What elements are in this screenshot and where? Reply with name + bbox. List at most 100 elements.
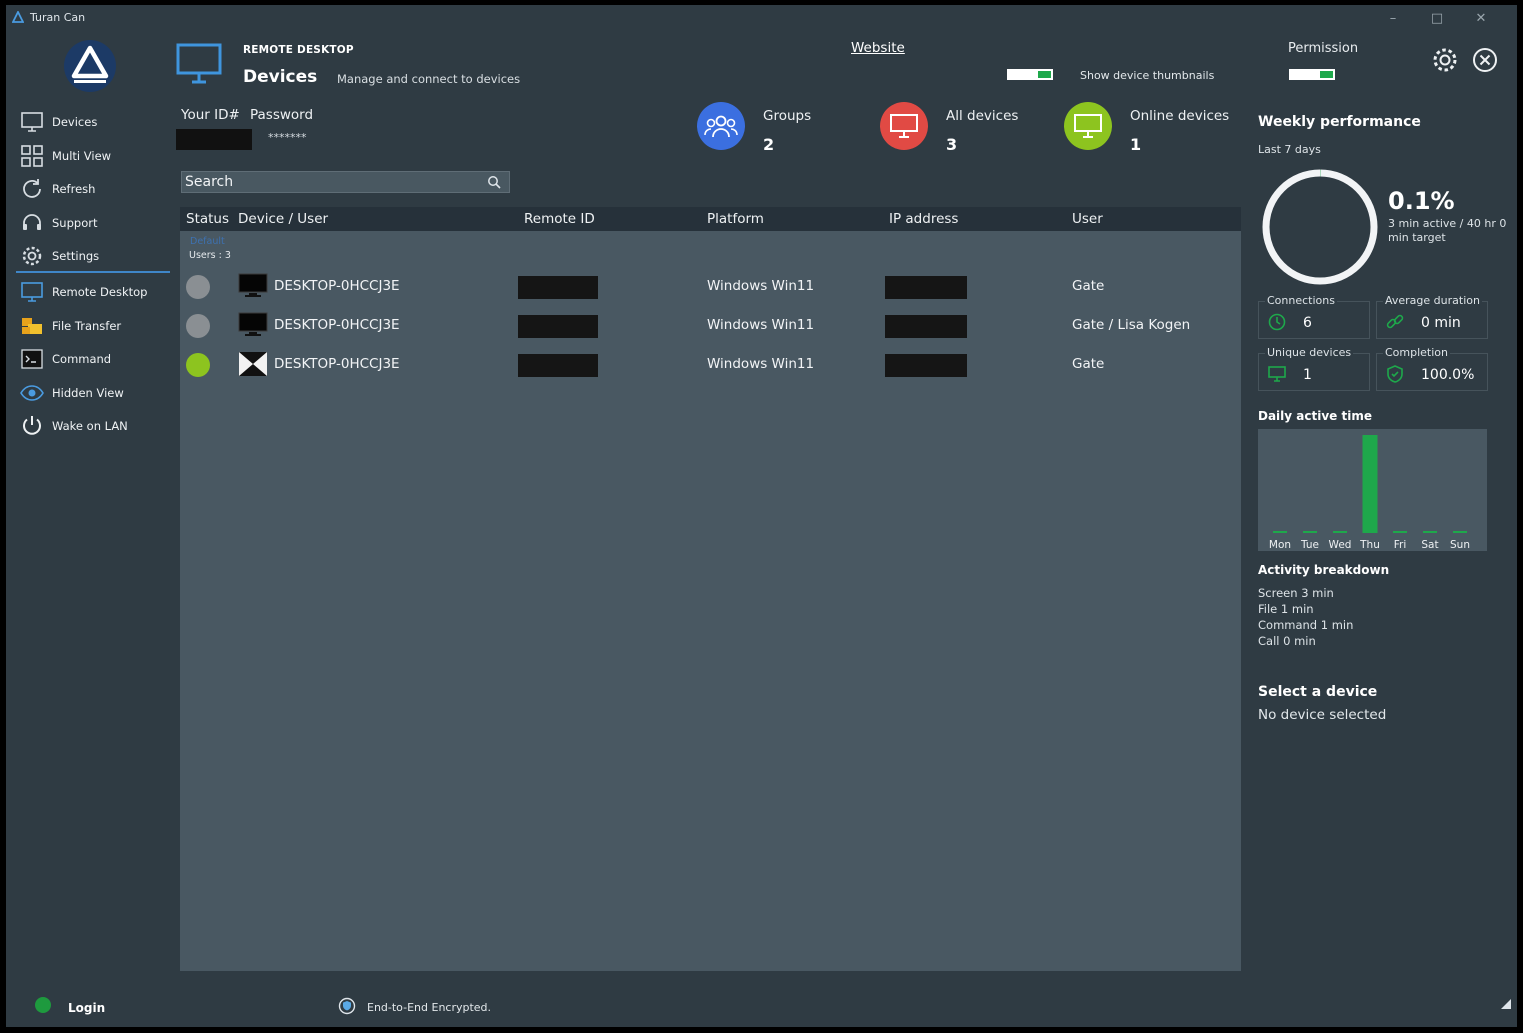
search-box	[181, 171, 510, 193]
breakdown-command: Command 1 min	[1258, 618, 1354, 632]
average-duration-card: Average duration 0 min	[1376, 294, 1488, 339]
monitor-icon	[21, 282, 43, 302]
app-logo-icon	[64, 40, 116, 92]
table-row[interactable]: DESKTOP-0HCCJ3E Windows Win11 Gate	[180, 271, 1241, 301]
device-thumbnail	[239, 352, 267, 376]
sidebar-item-settings[interactable]: Settings	[6, 240, 176, 272]
unique-devices-card: Unique devices 1	[1258, 346, 1370, 391]
ip-address-redacted	[885, 276, 967, 299]
sidebar-item-label: Command	[52, 352, 112, 366]
column-header-ip[interactable]: IP address	[889, 211, 958, 227]
breakdown-call: Call 0 min	[1258, 634, 1316, 648]
bar-sat	[1423, 531, 1437, 533]
remote-id-redacted	[518, 315, 598, 338]
bar-sun	[1453, 531, 1467, 533]
card-label: Completion	[1383, 346, 1451, 359]
progress-ring	[1262, 169, 1378, 285]
card-label: Connections	[1265, 294, 1337, 307]
sidebar-item-remote-desktop[interactable]: Remote Desktop	[6, 276, 176, 308]
bar-thu	[1362, 435, 1378, 533]
device-user: Gate	[1072, 356, 1105, 372]
column-header-device[interactable]: Device / User	[238, 211, 328, 227]
tick-label-sat: Sat	[1421, 539, 1438, 551]
terminal-icon	[21, 349, 43, 369]
sidebar-item-command[interactable]: Command	[6, 343, 176, 375]
device-user: Gate	[1072, 278, 1105, 294]
card-value: 6	[1303, 315, 1312, 331]
tick-label-sun: Sun	[1450, 539, 1470, 551]
device-user: Gate / Lisa Kogen	[1072, 317, 1191, 333]
permission-label: Permission	[1288, 41, 1359, 56]
eye-icon	[20, 385, 44, 401]
sidebar-item-support[interactable]: Support	[6, 207, 176, 239]
sidebar-item-multi-view[interactable]: Multi View	[6, 140, 176, 172]
your-id-label: Your ID#	[181, 107, 240, 123]
encryption-status: End-to-End Encrypted.	[367, 1001, 492, 1014]
folder-icon	[22, 318, 42, 334]
table-row[interactable]: DESKTOP-0HCCJ3E Windows Win11 Gate / Lis…	[180, 310, 1241, 340]
window-close-icon[interactable]: ✕	[1459, 9, 1503, 27]
password-label: Password	[250, 107, 314, 123]
card-value: 0 min	[1421, 315, 1461, 331]
gear-icon	[22, 246, 42, 266]
monitor-icon	[21, 112, 43, 132]
ip-address-redacted	[885, 315, 967, 338]
card-value: 100.0%	[1421, 367, 1475, 383]
group-name[interactable]: Default	[190, 236, 225, 247]
link-icon	[1386, 314, 1404, 329]
device-table: Status Device / User Remote ID Platform …	[180, 207, 1241, 971]
sidebar-divider	[16, 271, 170, 273]
permission-toggle[interactable]	[1289, 69, 1335, 80]
column-header-user[interactable]: User	[1072, 211, 1103, 227]
column-header-platform[interactable]: Platform	[707, 211, 764, 227]
status-online-indicator	[186, 353, 210, 377]
sidebar-item-label: Hidden View	[52, 386, 124, 400]
resize-grip-icon[interactable]	[1501, 999, 1511, 1009]
sidebar-item-file-transfer[interactable]: File Transfer	[6, 310, 176, 342]
sidebar-item-label: Wake on LAN	[52, 419, 128, 433]
refresh-icon	[23, 179, 41, 198]
bar-mon	[1273, 531, 1287, 533]
column-header-status[interactable]: Status	[186, 211, 229, 227]
sidebar-item-refresh[interactable]: Refresh	[6, 173, 176, 205]
minimize-icon[interactable]: –	[1371, 9, 1415, 27]
table-row[interactable]: DESKTOP-0HCCJ3E Windows Win11 Gate	[180, 349, 1241, 379]
bar-wed	[1333, 531, 1347, 533]
maximize-icon[interactable]: □	[1415, 9, 1459, 27]
daily-active-time-title: Daily active time	[1258, 409, 1372, 423]
sidebar-item-devices[interactable]: Devices	[6, 106, 176, 138]
window-title: Turan Can	[30, 11, 86, 24]
app-window: Turan Can – □ ✕ Devices Multi View Refre…	[6, 5, 1517, 1027]
search-icon[interactable]	[487, 175, 501, 189]
website-link[interactable]: Website	[851, 40, 905, 56]
tick-label-fri: Fri	[1394, 539, 1407, 551]
sidebar-item-hidden-view[interactable]: Hidden View	[6, 377, 176, 409]
tick-label-tue: Tue	[1300, 539, 1319, 551]
tick-label-wed: Wed	[1329, 539, 1352, 551]
device-thumbnail	[238, 312, 268, 336]
sidebar-item-label: Remote Desktop	[52, 285, 148, 299]
search-input[interactable]	[185, 172, 475, 192]
clock-icon	[1268, 313, 1286, 331]
your-id-value-redacted	[176, 129, 252, 150]
monitor-icon	[880, 102, 928, 150]
device-platform: Windows Win11	[707, 356, 815, 372]
thumbnails-toggle[interactable]	[1007, 69, 1053, 80]
stat-value: 3	[946, 135, 958, 154]
shield-lock-icon	[338, 997, 356, 1015]
column-header-remote-id[interactable]: Remote ID	[524, 211, 595, 227]
stat-label: All devices	[946, 108, 1019, 124]
gear-icon[interactable]	[1430, 45, 1460, 75]
login-status-indicator	[35, 997, 51, 1013]
select-device-title: Select a device	[1258, 684, 1378, 700]
bar-tue	[1303, 531, 1317, 533]
password-value: *******	[268, 131, 307, 144]
app-logo-icon	[12, 11, 24, 23]
close-icon[interactable]	[1470, 45, 1500, 75]
login-button[interactable]: Login	[68, 1001, 105, 1015]
breakdown-screen: Screen 3 min	[1258, 586, 1334, 600]
weekly-detail: 3 min active / 40 hr 0 min target	[1388, 217, 1507, 244]
sidebar-item-wake-on-lan[interactable]: Wake on LAN	[6, 410, 176, 442]
users-icon	[697, 102, 745, 150]
weekly-performance-period: Last 7 days	[1258, 143, 1321, 156]
